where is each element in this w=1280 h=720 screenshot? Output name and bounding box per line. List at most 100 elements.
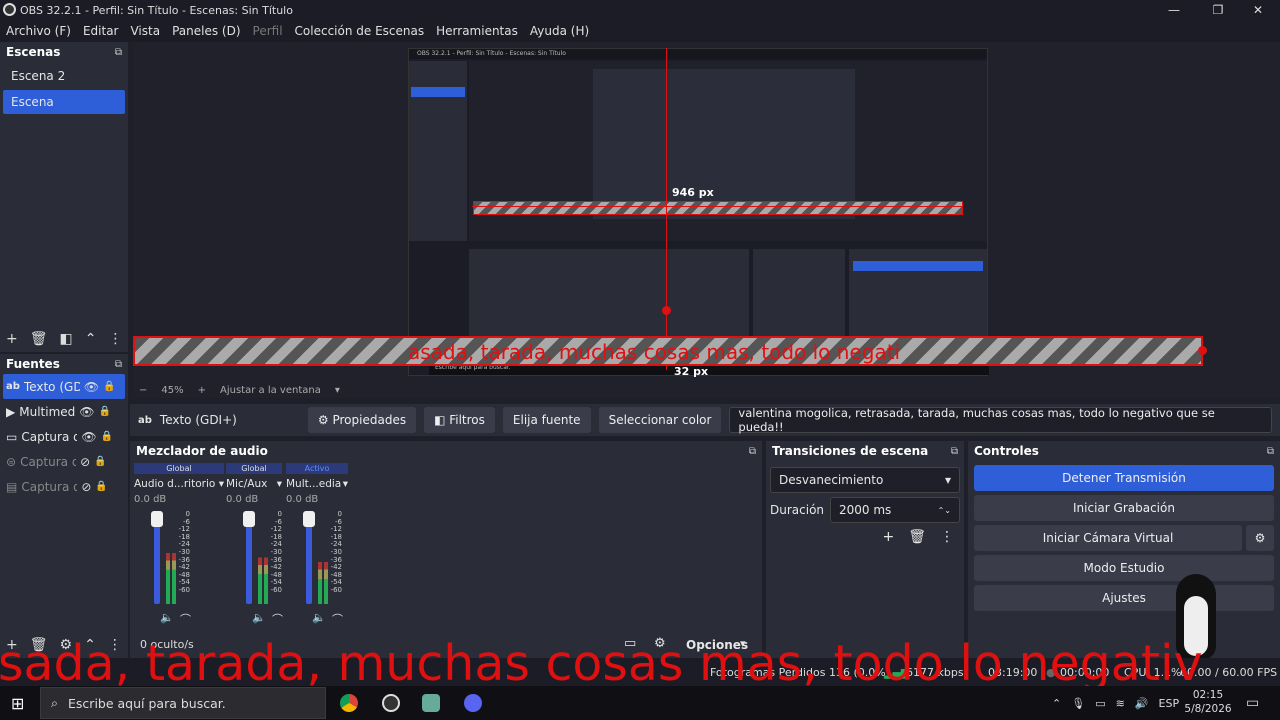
volume-icon[interactable]: 🔊 xyxy=(1135,697,1149,710)
properties-button[interactable]: ⚙ Propiedades xyxy=(307,407,417,433)
minimize-icon[interactable]: — xyxy=(1156,0,1192,20)
menu-perfil[interactable]: Perfil xyxy=(253,24,283,38)
menu-coleccion[interactable]: Colección de Escenas xyxy=(295,24,425,38)
undock-icon[interactable]: ⧉ xyxy=(1267,446,1274,457)
choose-font-button[interactable]: Elija fuente xyxy=(502,407,591,433)
start-virtual-camera-button[interactable]: Iniciar Cámara Virtual xyxy=(974,525,1242,551)
undock-icon[interactable]: ⧉ xyxy=(749,446,756,457)
lock-icon[interactable]: 🔒 xyxy=(101,431,113,442)
filter-icon[interactable]: ◧ xyxy=(60,331,73,347)
volume-icon[interactable]: 🔈 xyxy=(160,611,174,624)
menu-editar[interactable]: Editar xyxy=(83,24,119,38)
transition-value: Desvanecimiento xyxy=(779,473,884,487)
zoom-out-icon[interactable]: − xyxy=(139,385,147,396)
volume-slider[interactable] xyxy=(151,511,163,604)
text-input[interactable]: valentina mogolica, retrasada, tarada, m… xyxy=(729,406,1272,434)
fit-window-label[interactable]: Ajustar a la ventana xyxy=(220,385,321,396)
chevron-down-icon[interactable]: ▾ xyxy=(335,385,340,396)
settings-button[interactable]: Ajustes xyxy=(974,585,1274,611)
trash-icon[interactable]: 🗑 xyxy=(30,331,48,347)
menu-paneles[interactable]: Paneles (D) xyxy=(172,24,240,38)
level-bar xyxy=(258,511,262,604)
eye-hidden-icon[interactable]: ⊘ xyxy=(81,480,91,494)
close-icon[interactable]: ✕ xyxy=(1240,0,1276,20)
trash-icon[interactable]: 🗑 xyxy=(908,529,926,545)
zoom-in-icon[interactable]: + xyxy=(198,385,206,396)
more-icon[interactable]: ⋮ xyxy=(108,331,122,347)
undock-icon[interactable]: ⧉ xyxy=(115,359,122,370)
mixer-channel: Activo Mult...edia ▾ 0.0 dB xyxy=(286,463,348,505)
eye-icon[interactable]: 👁 xyxy=(79,405,94,419)
volume-slider[interactable] xyxy=(243,511,255,604)
notification-icon[interactable]: ▭ xyxy=(1246,695,1259,711)
start-recording-button[interactable]: Iniciar Grabación xyxy=(974,495,1274,521)
menu-herramientas[interactable]: Herramientas xyxy=(436,24,518,38)
lock-icon[interactable]: 🔒 xyxy=(95,481,107,492)
channel-name-row[interactable]: Mic/Aux ▾ xyxy=(226,476,282,492)
transform-handle[interactable] xyxy=(1198,346,1207,355)
maximize-icon[interactable]: ❐ xyxy=(1200,0,1236,20)
menu-archivo[interactable]: Archivo (F) xyxy=(6,24,71,38)
choose-color-button[interactable]: Seleccionar color xyxy=(598,407,722,433)
lock-icon[interactable]: 🔒 xyxy=(98,406,110,417)
menu-ayuda[interactable]: Ayuda (H) xyxy=(530,24,589,38)
eye-hidden-icon[interactable]: ⊘ xyxy=(80,455,90,469)
virtual-camera-gear-icon[interactable]: ⚙ xyxy=(1246,525,1274,551)
channel-name-row[interactable]: Mult...edia ▾ xyxy=(286,476,348,492)
source-item-capture[interactable]: ▤ Captura d ⊘ 🔒 xyxy=(0,474,128,499)
eye-icon[interactable]: 👁 xyxy=(81,430,96,444)
volume-icon[interactable]: 🔈 xyxy=(252,611,266,624)
chevron-down-icon: ▾ xyxy=(944,473,951,487)
volume-thumb[interactable] xyxy=(303,511,315,527)
up-icon[interactable]: ⌃ xyxy=(85,331,97,347)
volume-thumb[interactable] xyxy=(243,511,255,527)
more-icon[interactable]: ⋮ xyxy=(940,529,954,545)
chevron-down-icon[interactable]: ▾ xyxy=(343,478,348,490)
add-icon[interactable]: + xyxy=(882,529,894,545)
wifi-icon[interactable]: ≋ xyxy=(1116,697,1125,710)
filter-icon: ◧ xyxy=(434,413,450,427)
spin-arrows-icon[interactable]: ⌃⌄ xyxy=(938,506,951,515)
channel-name-row[interactable]: Audio d...ritorio ▾ xyxy=(134,476,224,492)
chevron-down-icon[interactable]: ▾ xyxy=(277,478,282,490)
windows-start-icon[interactable]: ⊞ xyxy=(11,694,24,713)
transition-select[interactable]: Desvanecimiento ▾ xyxy=(770,467,960,493)
mic-icon[interactable]: 🎙 xyxy=(1071,697,1085,710)
chevron-up-icon[interactable]: ⌃ xyxy=(1052,697,1061,710)
studio-mode-button[interactable]: Modo Estudio xyxy=(974,555,1274,581)
undock-icon[interactable]: ⧉ xyxy=(951,446,958,457)
overlay-text-large: sada, tarada, muchas cosas mas, todo lo … xyxy=(0,635,1203,692)
discord-icon[interactable] xyxy=(464,694,482,712)
source-name: Captura d xyxy=(20,454,77,469)
taskbar-search[interactable]: ⌕ Escribe aquí para buscar. xyxy=(40,687,326,719)
transform-handle[interactable] xyxy=(662,306,671,315)
scene-item-selected[interactable]: Escena xyxy=(3,90,125,114)
source-item-capture[interactable]: ▭ Captura d 👁 🔒 xyxy=(0,424,128,449)
duration-spinbox[interactable]: 2000 ms ⌃⌄ xyxy=(830,497,960,523)
clock[interactable]: 02:15 5/8/2026 xyxy=(1184,688,1232,716)
source-item-capture[interactable]: ⊜ Captura d ⊘ 🔒 xyxy=(0,449,128,474)
volume-thumb[interactable] xyxy=(151,511,163,527)
volume-icon[interactable]: 🔈 xyxy=(312,611,326,624)
chrome-icon[interactable] xyxy=(340,694,358,712)
lock-icon[interactable]: 🔒 xyxy=(103,381,115,392)
scene-item[interactable]: Escena 2 xyxy=(3,64,125,88)
language[interactable]: ESP xyxy=(1159,697,1180,710)
stop-streaming-button[interactable]: Detener Transmisión xyxy=(974,465,1274,491)
undock-icon[interactable]: ⧉ xyxy=(115,47,122,58)
source-item-text[interactable]: ab Texto (GD 👁 🔒 xyxy=(3,374,125,399)
menu-vista[interactable]: Vista xyxy=(130,24,160,38)
add-icon[interactable]: + xyxy=(6,331,18,347)
eye-icon[interactable]: 👁 xyxy=(84,380,99,394)
headphones-icon[interactable]: ⌒ xyxy=(180,611,191,627)
app-icon[interactable] xyxy=(422,694,440,712)
filters-button[interactable]: ◧ Filtros xyxy=(424,407,495,433)
battery-icon[interactable]: ▭ xyxy=(1095,697,1105,710)
lock-icon[interactable]: 🔒 xyxy=(94,456,106,467)
source-item-media[interactable]: ▶ Multimed 👁 🔒 xyxy=(0,399,128,424)
headphones-icon[interactable]: ⌒ xyxy=(272,611,283,627)
obs-icon[interactable] xyxy=(382,694,400,712)
headphones-icon[interactable]: ⌒ xyxy=(332,611,343,627)
volume-slider[interactable] xyxy=(303,511,315,604)
chevron-down-icon[interactable]: ▾ xyxy=(219,478,224,490)
